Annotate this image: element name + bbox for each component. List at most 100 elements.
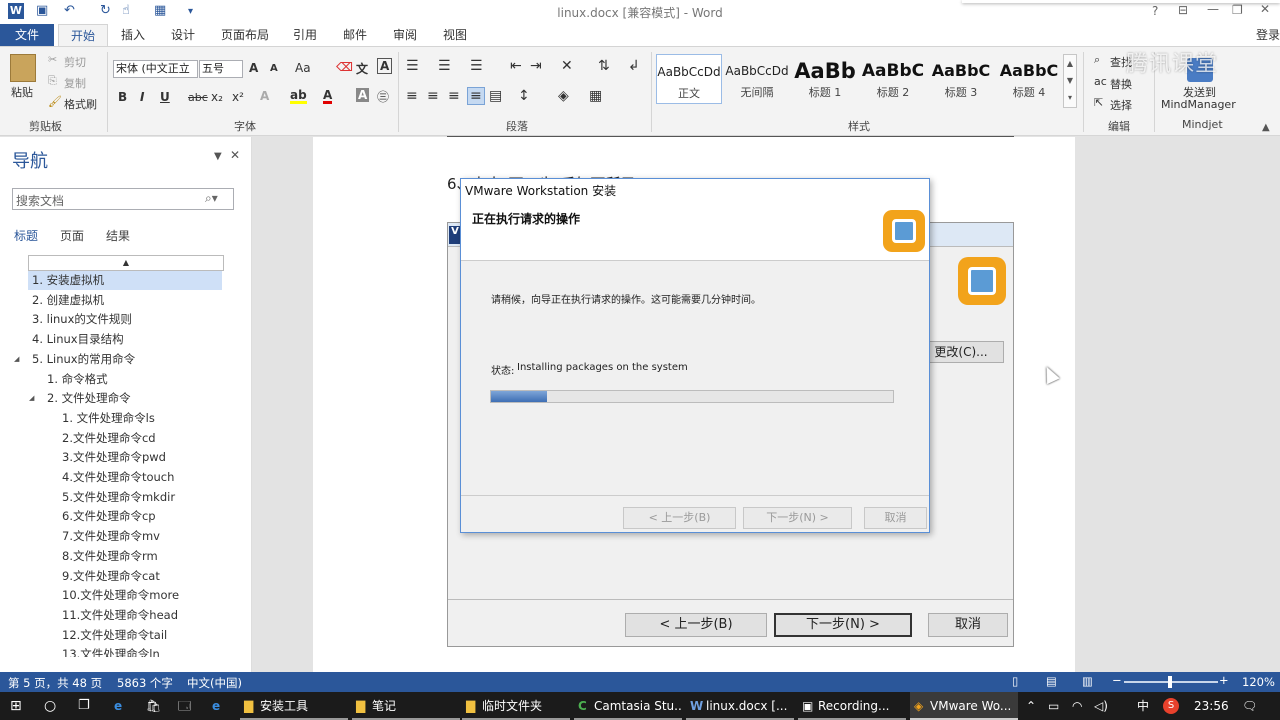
justify-icon[interactable]: ≡ [467, 87, 485, 105]
numbering-icon[interactable]: ☰ [438, 58, 451, 74]
back-button[interactable]: < 上一步(B) [625, 613, 767, 637]
nav-heading-item[interactable]: 4. Linux目录结构 [28, 330, 124, 349]
style-heading-1[interactable]: AaBb 标题 1 [792, 54, 858, 104]
cancel-button[interactable]: 取消 [928, 613, 1008, 637]
expand-triangle-icon[interactable]: ◢ [29, 389, 34, 408]
ime-indicator[interactable]: 中 [1137, 692, 1149, 720]
tray-overflow-icon[interactable]: ⌃ [1026, 692, 1036, 720]
ie-icon[interactable]: e [212, 692, 220, 720]
nav-tab-results[interactable]: 结果 [106, 227, 130, 244]
tab-mailings[interactable]: 邮件 [343, 24, 367, 46]
nav-heading-item[interactable]: 13.文件处理命令ln [58, 645, 160, 657]
phonetic-guide-icon[interactable]: 文 [356, 60, 368, 77]
tab-insert[interactable]: 插入 [121, 24, 145, 46]
explorer-icon[interactable]: 🗔 [178, 692, 191, 720]
store-icon[interactable]: 🛍 [146, 692, 161, 720]
installer-back-button[interactable]: < 上一步(B) [623, 507, 736, 529]
show-marks-icon[interactable]: ↲ [628, 58, 640, 74]
nav-tab-headings[interactable]: 标题 [14, 227, 38, 244]
align-right-icon[interactable]: ≡ [448, 88, 460, 104]
nav-heading-item[interactable]: 1. 安装虚拟机 [28, 271, 222, 290]
nav-heading-item[interactable]: 5.文件处理命令mkdir [58, 488, 175, 507]
format-painter-icon[interactable]: 🖌 [48, 95, 62, 108]
nav-heading-item[interactable]: 1. 文件处理命令ls [58, 409, 155, 428]
installer-cancel-button[interactable]: 取消 [864, 507, 927, 529]
text-effects-icon[interactable]: A [260, 89, 269, 103]
taskbar-item-vmware[interactable]: ◈ VMware Wo... [910, 692, 1018, 720]
clear-format-icon[interactable]: ⌫ [336, 60, 353, 74]
taskbar-item-notes[interactable]: ▇ 笔记 [352, 692, 460, 720]
styles-scroll[interactable]: ▲ ▼ ▾ [1063, 54, 1077, 108]
nav-heading-item[interactable]: 7.文件处理命令mv [58, 527, 160, 546]
replace-button[interactable]: 替换 [1110, 76, 1132, 92]
minimize-icon[interactable]: — [1207, 2, 1219, 16]
nav-heading-item[interactable]: 8.文件处理命令rm [58, 547, 158, 566]
volume-icon[interactable]: ◁) [1094, 692, 1108, 720]
edge-icon[interactable]: e [114, 692, 122, 720]
multilevel-list-icon[interactable]: ☰ [470, 58, 483, 74]
bold-button[interactable]: B [118, 90, 127, 104]
mindmanager-label[interactable]: MindManager [1161, 98, 1236, 111]
char-shading-icon[interactable]: A [356, 88, 370, 102]
close-icon[interactable]: ✕ [1260, 2, 1270, 16]
tab-references[interactable]: 引用 [293, 24, 317, 46]
taskbar-item-install-tools[interactable]: ▇ 安装工具 [240, 692, 348, 720]
select-button[interactable]: 选择 [1110, 97, 1132, 113]
language[interactable]: 中文(中国) [187, 675, 242, 691]
nav-search-input[interactable]: 搜索文档 ⌕▾ [12, 188, 234, 210]
distribute-icon[interactable]: ▤ [489, 88, 502, 104]
taskbar-item-temp-folder[interactable]: ▇ 临时文件夹 [462, 692, 570, 720]
tab-layout[interactable]: 页面布局 [221, 24, 269, 46]
chinese-layout-icon[interactable]: ✕ [561, 58, 573, 74]
expand-triangle-icon[interactable]: ◢ [14, 350, 19, 369]
strikethrough-button[interactable]: abc [188, 91, 208, 104]
cut-icon[interactable]: ✂ [48, 53, 57, 66]
web-layout-icon[interactable]: ▥ [1082, 674, 1093, 688]
style-heading-2[interactable]: AaBbC 标题 2 [860, 54, 926, 104]
font-size-select[interactable]: 五号 [199, 60, 243, 78]
nav-heading-item[interactable]: 12.文件处理命令tail [58, 626, 167, 645]
nav-options-icon[interactable]: ▼ [214, 151, 222, 162]
subscript-button[interactable]: x₂ [211, 90, 223, 104]
installer-next-button[interactable]: 下一步(N) > [743, 507, 852, 529]
nav-heading-item[interactable]: 11.文件处理命令head [58, 606, 178, 625]
style-heading-3[interactable]: AaBbC 标题 3 [928, 54, 994, 104]
superscript-button[interactable]: x² [232, 90, 244, 104]
nav-tab-pages[interactable]: 页面 [60, 227, 84, 244]
wifi-icon[interactable]: ◠ [1072, 692, 1082, 720]
line-spacing-icon[interactable]: ↕ [518, 88, 530, 104]
word-count[interactable]: 5863 个字 [117, 675, 173, 691]
style-no-spacing[interactable]: AaBbCcDd 无间隔 [724, 54, 790, 104]
font-color-icon[interactable]: A [323, 89, 333, 104]
nav-heading-item[interactable]: 4.文件处理命令touch [58, 468, 174, 487]
style-normal[interactable]: AaBbCcDd 正文 [656, 54, 722, 104]
tab-view[interactable]: 视图 [443, 24, 467, 46]
task-view-icon[interactable]: ❐ [78, 692, 90, 720]
cut-button[interactable]: 剪切 [64, 54, 86, 70]
next-button[interactable]: 下一步(N) > [774, 613, 912, 637]
clock[interactable]: 23:56 [1194, 692, 1229, 720]
char-border-icon[interactable]: A [377, 58, 393, 74]
paste-icon[interactable] [10, 54, 36, 82]
nav-heading-item[interactable]: 6.文件处理命令cp [58, 507, 156, 526]
network-icon[interactable]: ▭ [1048, 692, 1059, 720]
sort-icon[interactable]: ⇅ [598, 58, 610, 74]
align-center-icon[interactable]: ≡ [427, 88, 439, 104]
enclose-char-icon[interactable]: ㊂ [377, 88, 389, 105]
help-button[interactable]: ? [1152, 4, 1158, 18]
align-left-icon[interactable]: ≡ [406, 88, 418, 104]
format-painter-button[interactable]: 格式刷 [64, 96, 97, 112]
zoom-slider-thumb[interactable] [1168, 676, 1172, 688]
taskbar-item-recording[interactable]: ▣ Recording... [798, 692, 906, 720]
ribbon-display-icon[interactable]: ⊟ [1178, 3, 1188, 17]
search-icon[interactable]: ○ [44, 692, 56, 720]
signin-link[interactable]: 登录 [1256, 24, 1280, 46]
collapse-ribbon-icon[interactable]: ▲ [1262, 122, 1270, 133]
nav-heading-item[interactable]: 3. linux的文件规则 [28, 310, 132, 329]
zoom-out-button[interactable]: − [1112, 673, 1122, 687]
font-name-select[interactable]: 宋体 (中文正立 [113, 60, 198, 78]
style-heading-4[interactable]: AaBbC 标题 4 [996, 54, 1062, 104]
nav-close-icon[interactable]: ✕ [230, 148, 240, 162]
sogou-icon[interactable]: S [1163, 698, 1179, 714]
underline-button[interactable]: U [160, 90, 170, 104]
